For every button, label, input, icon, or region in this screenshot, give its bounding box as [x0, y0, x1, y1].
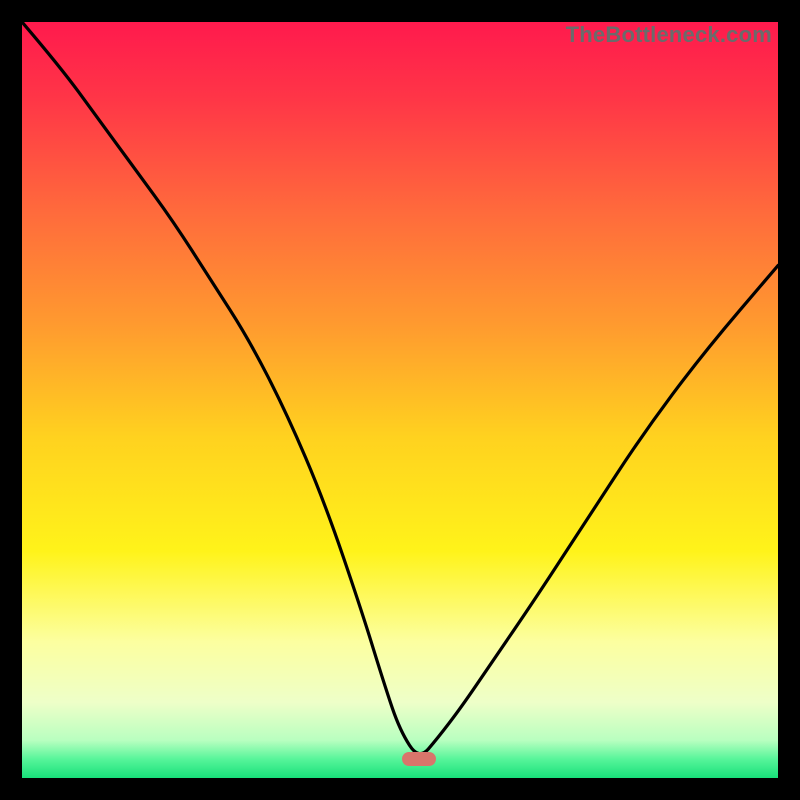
background-gradient: [22, 22, 778, 778]
optimal-marker: [402, 752, 436, 766]
chart-frame: TheBottleneck.com: [0, 0, 800, 800]
plot-area: TheBottleneck.com: [22, 22, 778, 778]
watermark-text: TheBottleneck.com: [566, 22, 772, 48]
